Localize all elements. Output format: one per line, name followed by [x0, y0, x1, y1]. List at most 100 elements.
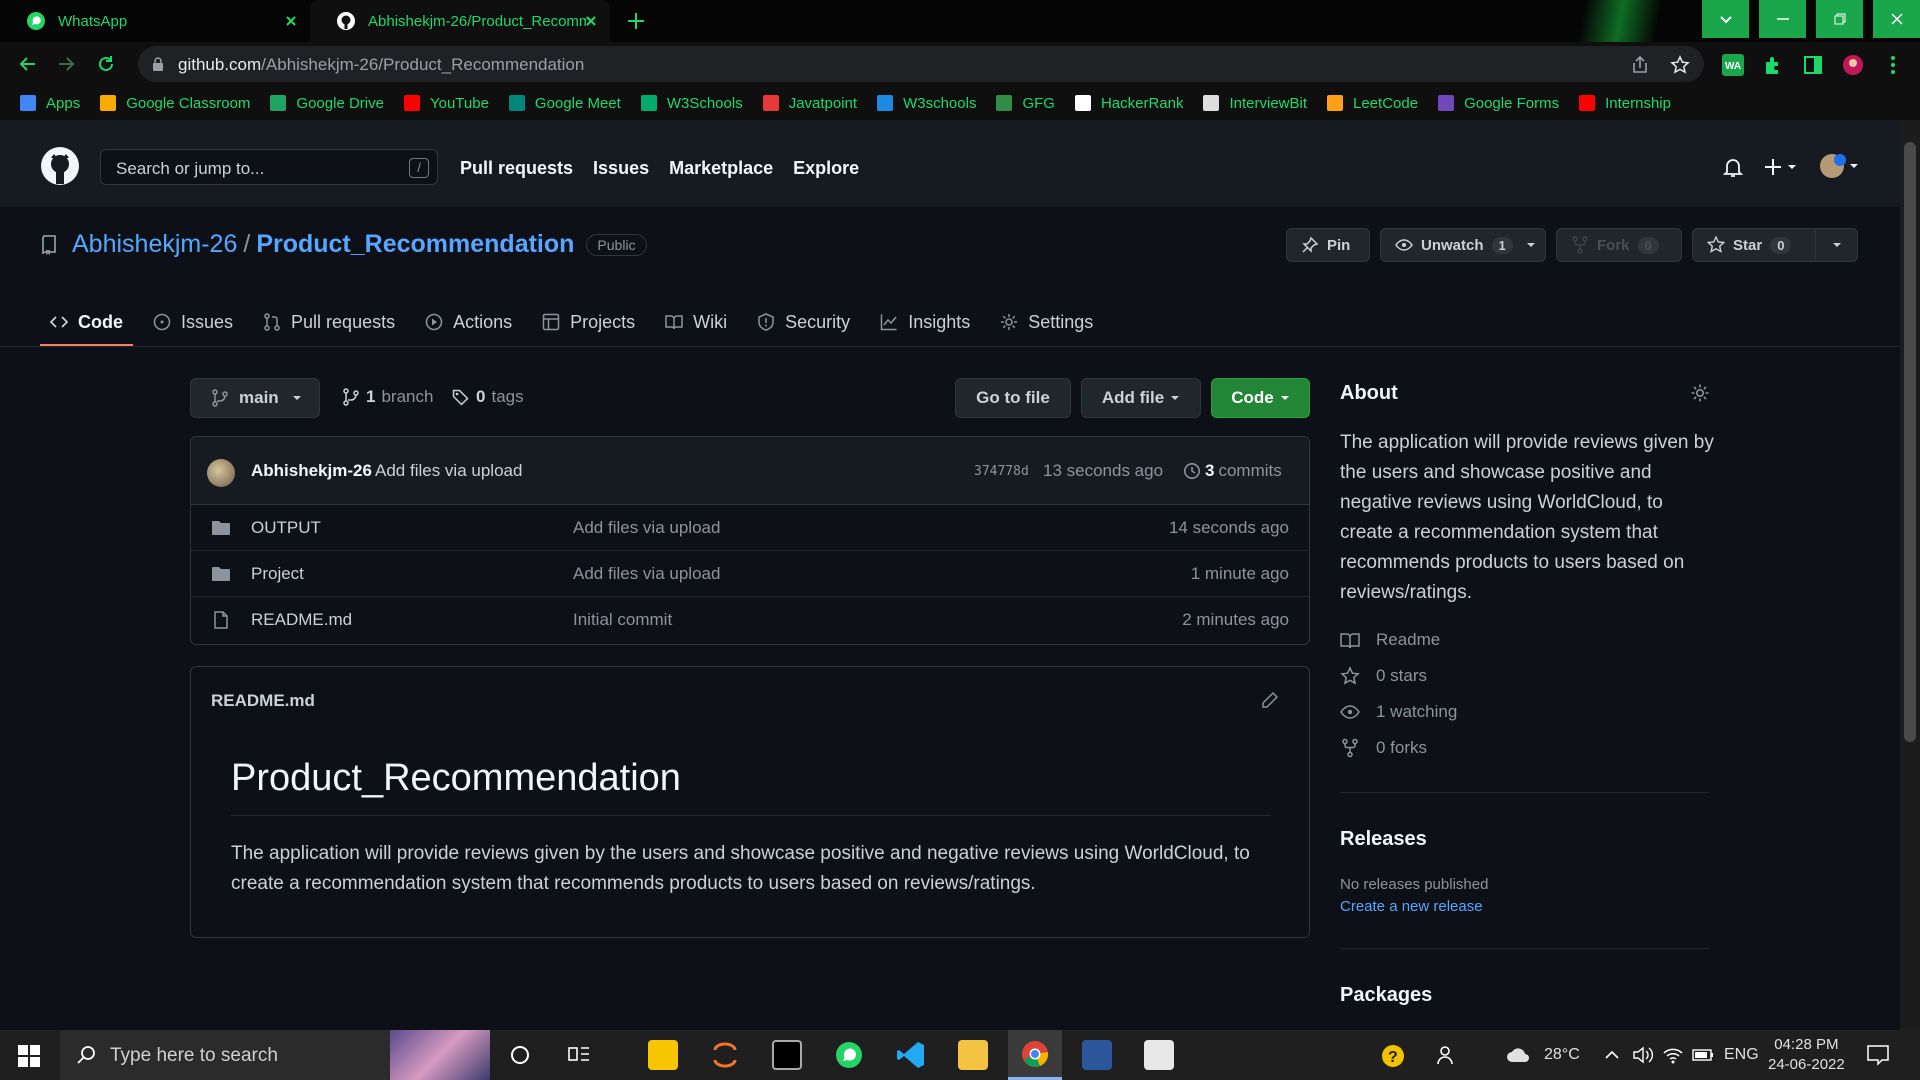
tab-actions[interactable]: Actions: [415, 300, 522, 344]
branch-select-button[interactable]: main: [190, 378, 320, 418]
close-window-button[interactable]: [1873, 0, 1920, 38]
file-commit-message[interactable]: Add files via upload: [573, 518, 720, 538]
star-button[interactable]: Star 0: [1692, 228, 1858, 262]
nav-explore[interactable]: Explore: [793, 158, 859, 179]
caret-down-icon[interactable]: [1831, 239, 1843, 251]
gear-icon[interactable]: [1690, 383, 1710, 403]
releases-heading[interactable]: Releases: [1340, 828, 1427, 851]
file-name[interactable]: OUTPUT: [251, 518, 321, 538]
windows-start-icon[interactable]: [18, 1045, 40, 1067]
forks-link[interactable]: 0 forks: [1340, 738, 1427, 758]
tab-issues[interactable]: Issues: [143, 300, 243, 344]
taskbar-file-explorer[interactable]: [946, 1030, 1000, 1080]
more-menu-icon[interactable]: [1882, 54, 1904, 76]
bookmark-youtube[interactable]: YouTube: [403, 95, 489, 112]
branches-link[interactable]: 1 branch: [342, 387, 433, 407]
extensions-puzzle-icon[interactable]: [1762, 54, 1784, 76]
file-name[interactable]: Project: [251, 564, 304, 584]
bell-icon[interactable]: [1722, 156, 1744, 178]
input-language[interactable]: ENG: [1724, 1046, 1759, 1064]
user-avatar-icon[interactable]: [1818, 152, 1860, 180]
bookmark-google-drive[interactable]: Google Drive: [270, 95, 384, 112]
packages-heading[interactable]: Packages: [1340, 984, 1432, 1007]
table-row[interactable]: Project Add files via upload 1 minute ago: [191, 551, 1309, 597]
file-commit-message[interactable]: Initial commit: [573, 610, 672, 630]
close-tab-icon[interactable]: [582, 12, 600, 30]
scrollbar-thumb[interactable]: [1904, 142, 1916, 742]
create-release-link[interactable]: Create a new release: [1340, 898, 1483, 915]
bookmark-google-classroom[interactable]: Google Classroom: [100, 95, 250, 112]
github-search-input[interactable]: Search or jump to... /: [100, 149, 438, 185]
address-bar[interactable]: github.com/Abhishekjm-26/Product_Recomme…: [138, 46, 1704, 82]
add-file-button[interactable]: Add file: [1081, 378, 1201, 418]
people-icon[interactable]: [1436, 1044, 1458, 1066]
bookmark-w3schools[interactable]: W3Schools: [640, 95, 743, 112]
bookmark-google-forms[interactable]: Google Forms: [1438, 95, 1559, 112]
stars-link[interactable]: 0 stars: [1340, 666, 1427, 686]
taskbar-jupyter[interactable]: [698, 1030, 752, 1080]
tab-insights[interactable]: Insights: [870, 300, 980, 344]
tab-search-button[interactable]: [1702, 0, 1749, 38]
tab-settings[interactable]: Settings: [990, 300, 1103, 344]
tab-code[interactable]: Code: [40, 300, 133, 347]
bookmark-w3schools[interactable]: W3schools: [877, 95, 976, 112]
tab-whatsapp[interactable]: WhatsApp: [0, 0, 310, 42]
taskbar-notepad[interactable]: [1132, 1030, 1186, 1080]
profile-avatar-icon[interactable]: [1842, 54, 1864, 76]
taskbar-chrome[interactable]: [1008, 1030, 1062, 1080]
commit-sha[interactable]: 374778d: [974, 464, 1029, 479]
fork-button[interactable]: Fork 0: [1556, 228, 1682, 262]
create-new-plus-icon[interactable]: [1764, 156, 1800, 178]
watchers-link[interactable]: 1 watching: [1340, 702, 1457, 722]
tab-github-repo[interactable]: Abhishekjm-26/Product_Recommendation: [310, 0, 610, 42]
cortana-button[interactable]: [493, 1030, 547, 1080]
notification-icon[interactable]: [1866, 1043, 1890, 1067]
bookmark-google-meet[interactable]: Google Meet: [508, 95, 621, 112]
new-tab-icon[interactable]: [625, 10, 647, 32]
tab-projects[interactable]: Projects: [532, 300, 645, 344]
pencil-edit-icon[interactable]: [1261, 691, 1279, 709]
repo-owner-link[interactable]: Abhishekjm-26: [72, 230, 237, 259]
bookmark-leetcode[interactable]: LeetCode: [1327, 95, 1418, 112]
taskbar-whatsapp[interactable]: [822, 1030, 876, 1080]
bookmark-gfg[interactable]: GFG: [996, 95, 1055, 112]
back-arrow-icon[interactable]: [18, 54, 38, 74]
readme-filename[interactable]: README.md: [211, 691, 315, 711]
chevron-up-icon[interactable]: [1604, 1048, 1620, 1062]
readme-link[interactable]: Readme: [1340, 630, 1440, 650]
taskbar-search-box[interactable]: Type here to search: [60, 1030, 490, 1080]
weather-temperature[interactable]: 28°C: [1544, 1046, 1580, 1064]
file-name[interactable]: README.md: [251, 610, 352, 630]
table-row[interactable]: README.md Initial commit 2 minutes ago: [191, 597, 1309, 643]
commit-message[interactable]: Add files via upload: [375, 461, 522, 481]
taskbar-vscode[interactable]: [884, 1030, 938, 1080]
help-icon[interactable]: ?: [1380, 1043, 1406, 1069]
commits-link[interactable]: 3 commits: [1183, 461, 1282, 481]
nav-marketplace[interactable]: Marketplace: [669, 158, 773, 179]
minimize-button[interactable]: [1759, 0, 1806, 38]
code-dropdown-button[interactable]: Code: [1211, 378, 1310, 418]
tab-pull-requests[interactable]: Pull requests: [253, 300, 405, 344]
wifi-icon[interactable]: [1662, 1045, 1684, 1065]
page-scrollbar[interactable]: [1900, 120, 1920, 1030]
go-to-file-button[interactable]: Go to file: [955, 378, 1071, 418]
close-tab-icon[interactable]: [282, 12, 300, 30]
taskbar-clock[interactable]: 04:28 PM 24-06-2022: [1768, 1035, 1845, 1075]
side-panel-icon[interactable]: [1802, 54, 1824, 76]
tab-wiki[interactable]: Wiki: [655, 300, 737, 344]
tab-security[interactable]: Security: [747, 300, 860, 344]
wa-extension-icon[interactable]: WA: [1722, 54, 1744, 76]
taskbar-word[interactable]: [1070, 1030, 1124, 1080]
url-text[interactable]: github.com/Abhishekjm-26/Product_Recomme…: [178, 55, 584, 75]
table-row[interactable]: OUTPUT Add files via upload 14 seconds ago: [191, 505, 1309, 551]
forward-arrow-icon[interactable]: [56, 54, 76, 74]
battery-icon[interactable]: [1692, 1046, 1714, 1064]
bookmark-apps[interactable]: Apps: [20, 95, 80, 112]
bookmark-javatpoint[interactable]: Javatpoint: [762, 95, 857, 112]
lock-icon[interactable]: [152, 57, 164, 71]
repo-name-link[interactable]: Product_Recommendation: [256, 230, 574, 259]
bookmark-hackerrank[interactable]: HackerRank: [1074, 95, 1183, 112]
reload-icon[interactable]: [96, 54, 116, 74]
unwatch-button[interactable]: Unwatch 1: [1380, 228, 1546, 262]
commit-author[interactable]: Abhishekjm-26: [251, 461, 372, 481]
